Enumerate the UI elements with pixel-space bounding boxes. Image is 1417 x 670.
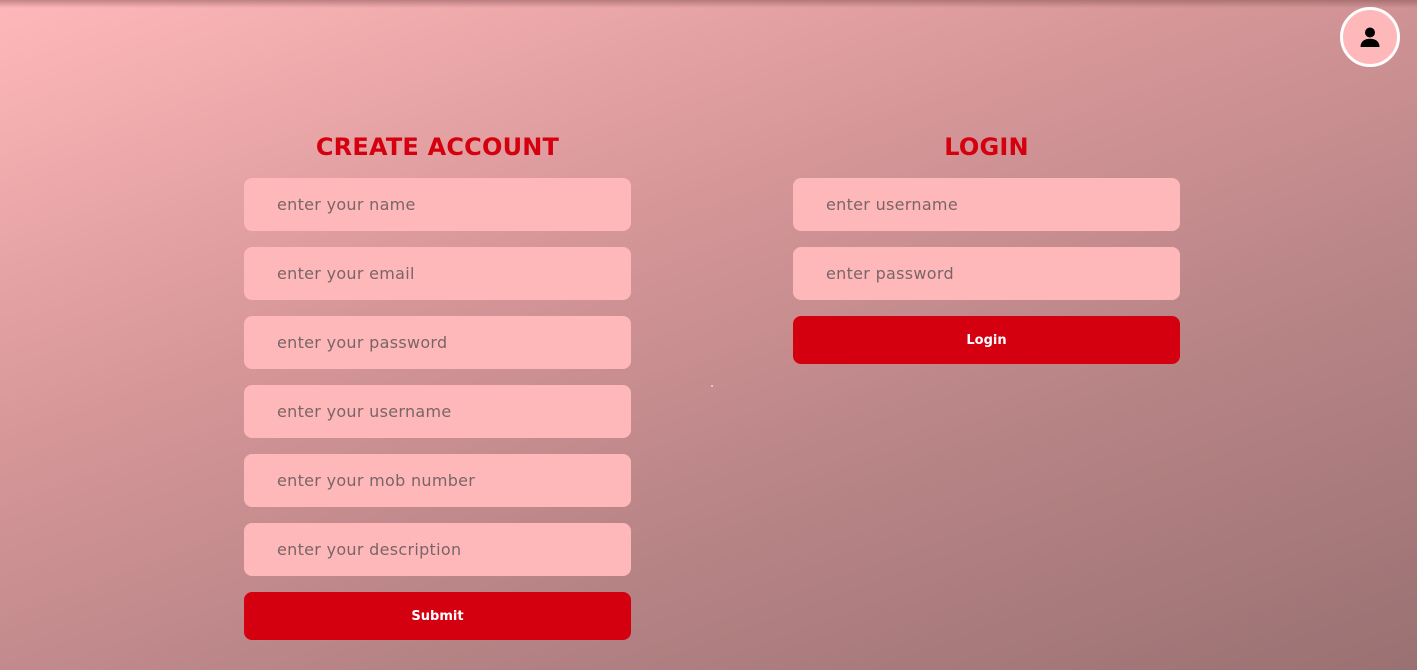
- top-shadow: [0, 0, 1417, 8]
- login-password-input[interactable]: [793, 247, 1180, 300]
- login-button[interactable]: Login: [793, 316, 1180, 364]
- create-account-panel: CREATE ACCOUNT Submit: [244, 130, 631, 640]
- user-icon: [1360, 27, 1380, 47]
- name-input[interactable]: [244, 178, 631, 231]
- description-input[interactable]: [244, 523, 631, 576]
- profile-button[interactable]: [1340, 7, 1400, 67]
- login-title: LOGIN: [944, 133, 1029, 161]
- submit-button[interactable]: Submit: [244, 592, 631, 640]
- create-account-title: CREATE ACCOUNT: [315, 133, 560, 161]
- password-input[interactable]: [244, 316, 631, 369]
- email-input[interactable]: [244, 247, 631, 300]
- login-panel: LOGIN Login: [793, 130, 1180, 364]
- username-input[interactable]: [244, 385, 631, 438]
- login-username-input[interactable]: [793, 178, 1180, 231]
- stray-dot: [711, 385, 713, 387]
- mob-number-input[interactable]: [244, 454, 631, 507]
